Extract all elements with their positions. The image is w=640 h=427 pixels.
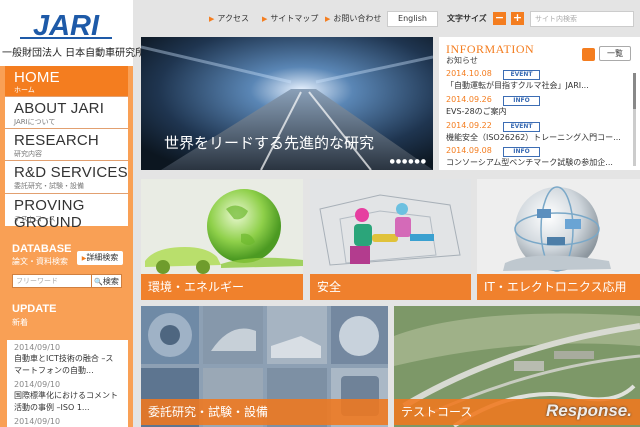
info-scroll-thumb[interactable] <box>633 73 636 109</box>
nav-home[interactable]: HOME ホーム <box>5 66 128 97</box>
list-button[interactable]: 一覧 <box>599 46 631 61</box>
news-text: コンソーシアム型ベンチマーク試験の参加企... <box>446 158 613 167</box>
access-link[interactable]: ▶ アクセス <box>209 13 249 24</box>
news-item[interactable]: 2014.09.08 INFO コンソーシアム型ベンチマーク試験の参加企... <box>446 146 631 173</box>
tile-it-electronics-label: IT・エレクトロニクス応用 <box>477 274 640 300</box>
nav-research[interactable]: RESEARCH 研究内容 <box>5 129 128 161</box>
tile-rd-services-label: 委託研究・試験・設備 <box>141 399 388 425</box>
arrow-icon: ▶ <box>325 15 331 23</box>
tile-it-electronics[interactable]: IT・エレクトロニクス応用 <box>477 179 640 300</box>
arrow-icon: ▶ <box>262 15 268 23</box>
freeword-input[interactable]: フリーワード <box>12 274 92 288</box>
update-text: 国際標準化におけるコメント <box>14 391 118 400</box>
news-badge: EVENT <box>503 70 540 80</box>
tile-test-course[interactable]: テストコース Response. <box>394 306 640 427</box>
news-text: 機能安全（ISO26262）トレーニング入門コー... <box>446 133 621 142</box>
information-panel: INFORMATION お知らせ 一覧 2014.10.08 EVENT 「自動… <box>439 37 640 170</box>
logo-text: JARI <box>33 10 100 41</box>
nav-rd-services-sub: 委託研究・試験・設備 <box>14 182 84 190</box>
tile-rd-services[interactable]: 委託研究・試験・設備 <box>141 306 388 427</box>
font-size-plus-button[interactable]: + <box>511 12 524 25</box>
news-item[interactable]: 2014.09.22 EVENT 機能安全（ISO26262）トレーニング入門コ… <box>446 121 631 148</box>
access-label: アクセス <box>217 14 249 23</box>
tile-environment-label: 環境・エネルギー <box>141 274 303 300</box>
update-list: 2014/09/10 自動車とICT技術の融合 –ス マートフォンの自動... … <box>7 340 128 427</box>
database-subtitle: 論文・資料検索 <box>12 257 68 266</box>
sitemap-link[interactable]: ▶ サイトマップ <box>262 13 318 24</box>
database-search-button[interactable]: 🔍検索 <box>92 274 122 288</box>
update-item[interactable]: 2014/09/10 国際標準化におけるコメント 活動の事例 –ISO 1... <box>14 379 128 414</box>
nav-home-label: HOME <box>14 69 60 86</box>
tile-safety-label: 安全 <box>310 274 471 300</box>
update-item[interactable]: 2014/09/10 <box>14 416 128 427</box>
news-date: 2014.09.26 <box>446 95 492 104</box>
news-date: 2014.10.08 <box>446 69 492 78</box>
site-search-input[interactable]: サイト内検索 <box>530 11 634 27</box>
font-size-label: 文字サイズ <box>447 14 487 23</box>
news-date: 2014.09.22 <box>446 121 492 130</box>
arrow-icon: ▶ <box>209 15 215 23</box>
hero-caption: 世界をリードする先進的な研究 <box>164 134 375 152</box>
nav-home-sub: ホーム <box>14 86 35 94</box>
news-badge: EVENT <box>503 122 540 132</box>
page: JARI 一般財団法人 日本自動車研究所 HOME ホーム ABOUT JARI… <box>0 0 640 427</box>
nav-rd-services[interactable]: R&D SERVICES 委託研究・試験・設備 <box>5 161 128 194</box>
tile-safety[interactable]: 安全 <box>310 179 471 300</box>
nav-proving-ground[interactable]: PROVING GROUND テストコース <box>5 194 128 231</box>
update-item[interactable]: 2014/09/10 自動車とICT技術の融合 –ス マートフォンの自動... <box>14 342 128 377</box>
news-text: 「自動運転が目指すクルマ社会」JARI... <box>446 81 589 90</box>
news-item[interactable]: 2014.09.26 INFO EVS-28のご案内 <box>446 95 631 122</box>
news-badge: INFO <box>503 96 540 106</box>
update-text: 活動の事例 –ISO 1... <box>14 403 90 412</box>
database-title: DATABASE <box>12 243 72 255</box>
nav-proving-ground-sub: テストコース <box>14 215 56 223</box>
contact-label: お問い合わせ <box>333 14 382 23</box>
search-icon: 🔍 <box>94 278 103 286</box>
response-watermark: Response. <box>546 401 632 420</box>
nav-about-sub: JARIについて <box>14 118 56 126</box>
update-date: 2014/09/10 <box>14 380 61 389</box>
nav-about-label: ABOUT JARI <box>14 100 105 117</box>
news-item[interactable]: 2014.10.08 EVENT 「自動運転が目指すクルマ社会」JARI... <box>446 69 631 96</box>
sitemap-label: サイトマップ <box>270 14 319 23</box>
contact-link[interactable]: ▶ お問い合わせ <box>325 13 381 24</box>
logo-area[interactable]: JARI 一般財団法人 日本自動車研究所 <box>0 0 146 66</box>
update-date: 2014/09/10 <box>14 417 61 426</box>
news-date: 2014.09.08 <box>446 146 492 155</box>
english-button[interactable]: English <box>387 11 438 27</box>
detail-search-button[interactable]: ▶詳細検索 <box>77 251 123 265</box>
update-title: UPDATE <box>12 303 57 315</box>
update-date: 2014/09/10 <box>14 343 61 352</box>
nav-research-label: RESEARCH <box>14 132 99 149</box>
nav-about[interactable]: ABOUT JARI JARIについて <box>5 97 128 129</box>
database-search-label: 検索 <box>102 277 119 286</box>
jari-logo[interactable]: JARI <box>16 7 116 41</box>
slider-dots[interactable]: ●●●●●● <box>390 158 427 165</box>
rss-icon[interactable] <box>582 48 595 61</box>
update-subtitle: 新着 <box>12 318 28 327</box>
news-text: EVS-28のご案内 <box>446 107 507 116</box>
nav-research-sub: 研究内容 <box>14 150 42 158</box>
logo-subtitle: 一般財団法人 日本自動車研究所 <box>2 48 146 59</box>
update-text: マートフォンの自動... <box>14 366 94 375</box>
font-size-minus-button[interactable]: − <box>493 12 506 25</box>
nav-rd-services-label: R&D SERVICES <box>14 164 128 181</box>
news-badge: INFO <box>503 147 540 157</box>
detail-search-label: 詳細検索 <box>86 253 119 262</box>
sidebar: JARI 一般財団法人 日本自動車研究所 HOME ホーム ABOUT JARI… <box>0 0 146 427</box>
hero-slider[interactable]: 世界をリードする先進的な研究 ●●●●●● <box>141 37 433 170</box>
update-text: 自動車とICT技術の融合 –ス <box>14 354 114 363</box>
tile-environment[interactable]: 環境・エネルギー <box>141 179 303 300</box>
information-subtitle: お知らせ <box>446 56 478 65</box>
